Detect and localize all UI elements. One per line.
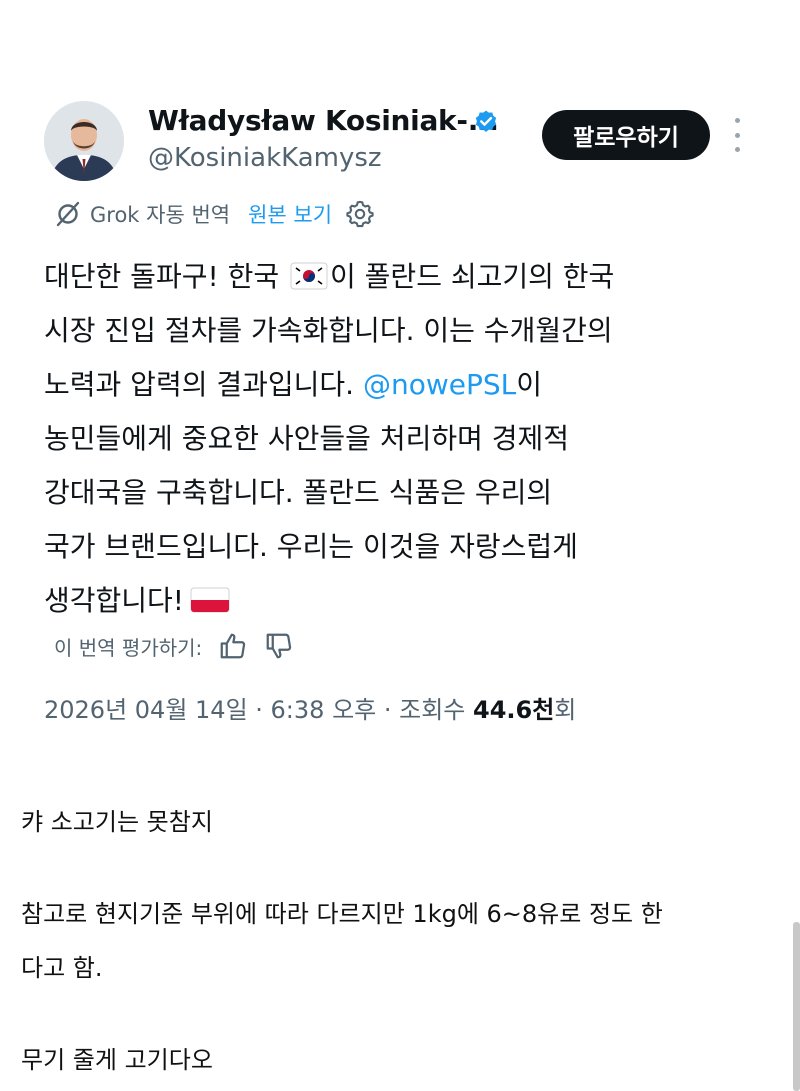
tweet-text-line: 대단한 돌파구! 한국 이 폴란드 쇠고기의 한국 [44, 250, 784, 304]
tweet-text-segment: 노력과 압력의 결과입니다. [44, 368, 355, 401]
rate-translation-row: 이 번역 평가하기: [54, 628, 294, 664]
verified-badge-icon [475, 110, 497, 132]
rate-translation-label: 이 번역 평가하기: [54, 635, 203, 660]
tweet-text-line: 강대국을 구축합니다. 폴란드 식품은 우리의 [44, 476, 553, 509]
views-count: 44.6천 [473, 696, 555, 724]
mention-link[interactable]: @nowePSL [363, 368, 516, 401]
tweet-text: 대단한 돌파구! 한국 이 폴란드 쇠고기의 한국 시장 진입 절차를 가속화합… [44, 250, 784, 628]
views-suffix: 회 [554, 696, 577, 724]
thumbs-up-icon[interactable] [218, 631, 248, 661]
comment-line: 무기 줄게 고기다오 [21, 1046, 213, 1074]
tweet-text-line: 농민들에게 중요한 사안들을 처리하며 경제적 [44, 422, 570, 455]
comment-line: 다고 함. [21, 954, 103, 982]
tweet-text-segment: 이 폴란드 쇠고기의 한국 [330, 260, 615, 293]
tweet-text-segment: 대단한 돌파구! 한국 [44, 260, 280, 293]
comment-line: 캬 소고기는 못참지 [21, 808, 213, 836]
more-options-icon[interactable] [730, 118, 744, 152]
tweet-text-line: 노력과 압력의 결과입니다. @nowePSL이 [44, 358, 784, 412]
south-korea-flag-icon [290, 262, 328, 290]
tweet-meta: 2026년 04월 14일 · 6:38 오후 · 조회수 44.6천회 [44, 690, 576, 725]
gear-icon[interactable] [346, 200, 374, 228]
avatar[interactable] [44, 101, 124, 181]
translation-bar: Grok 자동 번역 원본 보기 [54, 198, 374, 230]
comment-text: 캬 소고기는 못참지 참고로 현지기준 부위에 따라 다르지만 1kg에 6~8… [21, 795, 781, 1087]
tweet-datetime[interactable]: 2026년 04월 14일 · 6:38 오후 · 조회수 [44, 696, 465, 724]
tweet-text-segment: 이 [516, 368, 542, 401]
author-name[interactable]: Władysław Kosiniak-... [148, 104, 499, 137]
scrollbar[interactable] [793, 922, 800, 1091]
grok-icon [56, 201, 80, 227]
tweet-card: Władysław Kosiniak-... @KosiniakKamysz 팔… [0, 0, 800, 760]
tweet-text-line: 생각합니다! [44, 574, 784, 628]
comment-line: 참고로 현지기준 부위에 따라 다르지만 1kg에 6~8유로 정도 한 [21, 900, 663, 928]
thumbs-down-icon[interactable] [264, 631, 294, 661]
tweet-text-line: 국가 브랜드입니다. 우리는 이것을 자랑스럽게 [44, 530, 578, 563]
tweet-text-line: 시장 진입 절차를 가속화합니다. 이는 수개월간의 [44, 314, 613, 347]
follow-button[interactable]: 팔로우하기 [542, 110, 710, 160]
author-handle[interactable]: @KosiniakKamysz [148, 143, 382, 173]
poland-flag-icon [190, 587, 230, 613]
auto-translate-label: Grok 자동 번역 [90, 203, 231, 227]
view-original-link[interactable]: 원본 보기 [248, 199, 332, 229]
tweet-text-segment: 생각합니다! [44, 584, 185, 617]
